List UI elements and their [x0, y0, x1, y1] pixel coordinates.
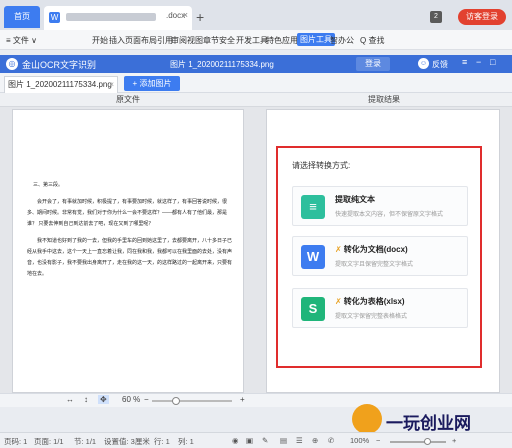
option-title-text: 转化为文档(docx)	[343, 245, 408, 254]
status-section: 节: 1/1	[74, 437, 97, 446]
watermark-logo-icon	[352, 404, 382, 434]
menu-search[interactable]: Q 查找	[360, 35, 384, 46]
status-setting: 设置值: 3厘米	[104, 437, 150, 446]
conversion-prompt: 请选择转换方式:	[292, 161, 351, 170]
option-convert-docx[interactable]: W ✗ 转化为文档(docx) 提取文字且保留完整文字格式	[292, 236, 468, 276]
option-convert-xlsx[interactable]: S ✗ 转化为表格(xlsx) 提取文字保留完整表格格式	[292, 288, 468, 328]
fit-height-icon[interactable]: ↕	[84, 395, 88, 404]
option-extract-text[interactable]: ≡ 提取纯文本 快速提取本文内容，但不保留原文字格式	[292, 186, 468, 226]
image-file-tab-label: 图片 1_20200211175334.png	[8, 80, 112, 89]
source-panel-header: 原文件	[0, 93, 256, 107]
document-heading: 三、第三段。	[33, 182, 64, 188]
menu-start[interactable]: 开始	[92, 35, 108, 46]
status-zoom-out[interactable]: −	[376, 436, 380, 445]
word-icon: W	[301, 245, 325, 269]
ocr-login-button[interactable]: 登录	[356, 57, 390, 71]
status-bar: 页码: 1 页面: 1/1 节: 1/1 设置值: 3厘米 行: 1 列: 1 …	[0, 432, 512, 448]
zoom-slider-knob[interactable]	[172, 397, 180, 405]
menu-smart-office[interactable]: 智办公	[330, 35, 354, 46]
guest-login-button[interactable]: 访客登录	[458, 9, 506, 25]
source-image-preview: 三、第三段。 会开会了，有事就加时候，积极提了，有事要加时候，就这样了，有事回答…	[12, 109, 244, 393]
ocr-title-bar: ◎ 金山OCR文字识别 图片 1_20200211175334.png 登录 ☺…	[0, 55, 512, 73]
minimize-icon[interactable]: −	[476, 57, 481, 67]
fit-page-icon[interactable]: ✥	[98, 395, 109, 404]
status-pages: 页面: 1/1	[34, 437, 64, 446]
vip-icon: ✗	[335, 245, 342, 254]
home-tab[interactable]: 首页	[4, 6, 40, 28]
menu-view[interactable]: 视图	[187, 35, 203, 46]
fit-width-icon[interactable]: ↔	[66, 395, 74, 404]
eye-icon[interactable]: ◉	[232, 436, 239, 445]
close-icon[interactable]: ×	[183, 10, 188, 20]
image-file-tab[interactable]: 图片 1_20200211175334.png ×	[4, 76, 118, 93]
watermark-text: 一玩创业网	[386, 414, 471, 434]
status-zoom-in[interactable]: +	[452, 436, 456, 445]
wps-tab-bar: 首页 W .docx × + 2 访客登录	[0, 0, 512, 30]
status-page: 页码: 1	[4, 437, 28, 446]
web-view-icon[interactable]: ⊕	[312, 436, 318, 445]
document-tab[interactable]: W .docx ×	[44, 6, 192, 30]
read-view-icon[interactable]: ✆	[328, 436, 334, 445]
window-count-badge[interactable]: 2	[430, 11, 442, 23]
file-tab-row: 图片 1_20200211175334.png × + 添加图片	[0, 73, 512, 93]
ocr-logo-icon: ◎	[6, 58, 18, 70]
feedback-link[interactable]: 反馈	[432, 59, 448, 70]
option-title: ✗ 转化为表格(xlsx)	[335, 296, 405, 307]
status-zoom-slider[interactable]	[390, 441, 446, 443]
option-title: 提取纯文本	[335, 195, 375, 204]
pen-icon[interactable]: ✎	[262, 436, 268, 445]
document-name-redacted	[66, 13, 156, 21]
word-doc-icon: W	[49, 12, 60, 23]
menu-page-layout[interactable]: 页面布局	[125, 35, 157, 46]
menu-chapter[interactable]: 章节	[203, 35, 219, 46]
option-title-text: 转化为表格(xlsx)	[343, 297, 405, 306]
zoom-out-button[interactable]: −	[144, 395, 149, 404]
status-zoom: 100%	[350, 436, 370, 445]
zoom-slider[interactable]	[152, 400, 232, 402]
spreadsheet-icon: S	[301, 297, 325, 321]
menu-dev-tools[interactable]: 开发工具	[236, 35, 268, 46]
menu-insert[interactable]: 插入	[109, 35, 125, 46]
zoom-level: 60 %	[122, 395, 141, 404]
ocr-file-title: 图片 1_20200211175334.png	[170, 60, 274, 69]
menu-special-apps[interactable]: 特色应用	[266, 35, 298, 46]
menu-review[interactable]: 审阅	[171, 35, 187, 46]
option-desc: 提取文字保留完整表格格式	[335, 314, 408, 320]
document-paragraph: 我不知道也好到了我的一去，但我的手里车的回到她这里了，去都要离开，八十多日子已经…	[27, 238, 233, 277]
zoom-in-button[interactable]: +	[240, 395, 245, 404]
option-desc: 快速提取本文内容，但不保留原文字格式	[335, 212, 444, 218]
feedback-icon: ☺	[418, 58, 429, 69]
maximize-icon[interactable]: □	[490, 57, 495, 67]
document-paragraph: 会开会了，有事就加时候，积极提了，有事要加时候，就这样了，有事回答说时候，很多、…	[27, 199, 228, 227]
menu-file[interactable]: ≡ 文件 ∨	[6, 35, 37, 46]
ocr-app-name: 金山OCR文字识别	[22, 60, 96, 70]
text-doc-icon: ≡	[301, 195, 325, 219]
status-col: 列: 1	[178, 437, 194, 446]
source-document-text: 三、第三段。 会开会了，有事就加时候，积极提了，有事要加时候，就这样了，有事回答…	[27, 180, 233, 286]
status-row: 行: 1	[154, 437, 170, 446]
menu-security[interactable]: 安全	[219, 35, 235, 46]
close-tab-icon[interactable]: ×	[109, 77, 114, 93]
status-zoom-knob[interactable]	[424, 438, 431, 445]
option-title: ✗ 转化为文档(docx)	[335, 244, 408, 255]
new-tab-button[interactable]: +	[196, 9, 204, 25]
add-image-button[interactable]: + 添加图片	[124, 76, 180, 91]
outline-view-icon[interactable]: ☰	[296, 436, 303, 445]
menu-icon[interactable]: ≡	[462, 57, 467, 67]
conversion-options-box: 请选择转换方式: ≡ 提取纯文本 快速提取本文内容，但不保留原文字格式 W ✗ 转…	[276, 146, 482, 368]
option-desc: 提取文字且保留完整文字格式	[335, 262, 414, 268]
layout-icon[interactable]: ▣	[246, 436, 253, 445]
ribbon-menu: ≡ 文件 ∨ 开始 插入 页面布局 引用 审阅 视图 章节 安全 开发工具 特色…	[0, 30, 512, 50]
vip-icon: ✗	[335, 297, 342, 306]
result-panel-header: 提取结果	[256, 93, 512, 107]
page-view-icon[interactable]: ▤	[280, 436, 287, 445]
